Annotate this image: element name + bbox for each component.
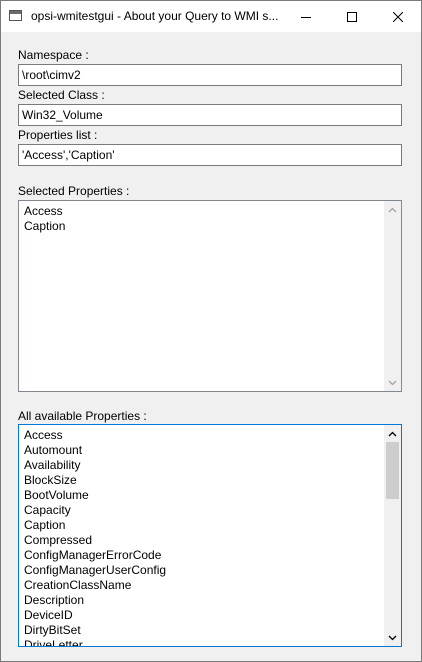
list-item[interactable]: Capacity [24, 503, 383, 518]
window-title: opsi-wmitestgui - About your Query to WM… [31, 9, 279, 23]
close-button[interactable] [375, 1, 421, 32]
list-item[interactable]: DirtyBitSet [24, 623, 383, 638]
list-item[interactable]: Automount [24, 443, 383, 458]
list-item[interactable]: Description [24, 593, 383, 608]
available-properties-scrollbar[interactable] [384, 425, 401, 646]
selected-class-label: Selected Class : [18, 88, 105, 102]
window-content: Namespace : \root\cimv2 Selected Class :… [1, 32, 421, 661]
namespace-label: Namespace : [18, 48, 89, 62]
list-item[interactable]: BootVolume [24, 488, 383, 503]
list-item[interactable]: Access [24, 428, 383, 443]
app-window-icon [9, 10, 22, 21]
list-item[interactable]: Caption [24, 518, 383, 533]
list-item[interactable]: ConfigManagerErrorCode [24, 548, 383, 563]
chevron-up-icon [388, 431, 397, 436]
scroll-down-button[interactable] [384, 629, 401, 646]
list-item[interactable]: BlockSize [24, 473, 383, 488]
scroll-up-button[interactable] [384, 425, 401, 442]
list-item[interactable]: CreationClassName [24, 578, 383, 593]
maximize-icon [347, 11, 357, 22]
available-properties-items: Access Automount Availability BlockSize Boot… [24, 428, 383, 646]
main-window: opsi-wmitestgui - About your Query to WM… [0, 0, 422, 662]
title-bar[interactable]: opsi-wmitestgui - About your Query to WM… [1, 1, 421, 32]
properties-list-label: Properties list : [18, 128, 98, 142]
close-icon [393, 11, 403, 22]
chevron-down-icon [388, 635, 397, 640]
minimize-icon [301, 16, 311, 18]
properties-list-field[interactable]: 'Access','Caption' [18, 144, 402, 166]
scroll-down-button[interactable] [384, 374, 401, 391]
scroll-thumb[interactable] [386, 442, 399, 499]
minimize-button[interactable] [283, 1, 329, 32]
list-item[interactable]: ConfigManagerUserConfig [24, 563, 383, 578]
selected-properties-scrollbar[interactable] [384, 201, 401, 391]
available-properties-label: All available Properties : [18, 409, 147, 423]
selected-properties-list[interactable]: Access Caption [18, 200, 402, 392]
selected-properties-items: Access Caption [24, 204, 383, 234]
chevron-up-icon [388, 207, 397, 212]
list-item[interactable]: DeviceID [24, 608, 383, 623]
list-item[interactable]: Availability [24, 458, 383, 473]
maximize-button[interactable] [329, 1, 375, 32]
list-item[interactable]: Compressed [24, 533, 383, 548]
selected-properties-label: Selected Properties : [18, 184, 130, 198]
list-item[interactable]: DriveLetter [24, 638, 383, 646]
list-item[interactable]: Caption [24, 219, 383, 234]
scroll-up-button[interactable] [384, 201, 401, 218]
list-item[interactable]: Access [24, 204, 383, 219]
namespace-field[interactable]: \root\cimv2 [18, 64, 402, 86]
selected-class-field[interactable]: Win32_Volume [18, 104, 402, 126]
chevron-down-icon [388, 380, 397, 385]
available-properties-list[interactable]: Access Automount Availability BlockSize Boot… [18, 424, 402, 647]
